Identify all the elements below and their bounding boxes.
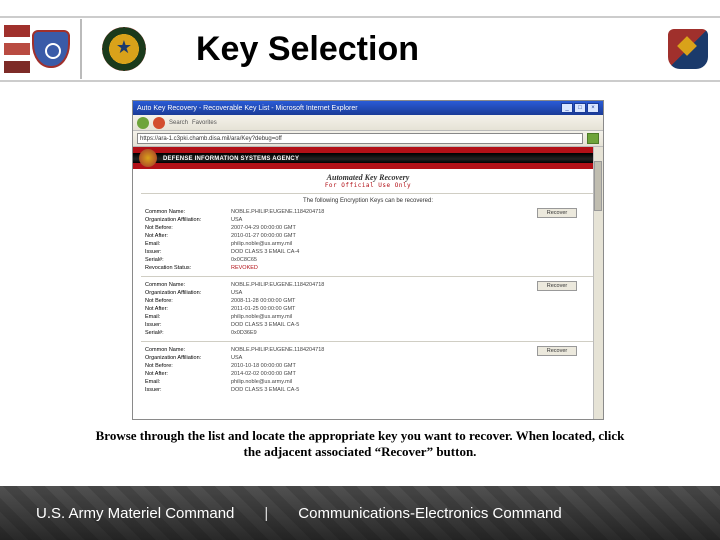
- recover-button[interactable]: Recover: [537, 281, 577, 291]
- hr: [141, 341, 595, 342]
- label-cn: Common Name:: [145, 346, 231, 354]
- label-serial: Serial#:: [145, 256, 231, 264]
- hr: [141, 193, 595, 194]
- value-nb: 2007-04-29 00:00:00 GMT: [231, 224, 296, 232]
- value-email: philip.noble@us.army.mil: [231, 240, 292, 248]
- label-org: Organization Affiliation:: [145, 354, 231, 362]
- divider-bottom: [0, 80, 720, 82]
- browser-toolbar: Search Favorites: [133, 115, 603, 131]
- amc-shield-icon: [32, 30, 70, 68]
- label-issuer: Issuer:: [145, 321, 231, 329]
- back-icon[interactable]: [137, 117, 149, 129]
- forward-icon[interactable]: [153, 117, 165, 129]
- browser-screenshot: Auto Key Recovery - Recoverable Key List…: [132, 100, 604, 420]
- akr-heading: Automated Key Recovery For Official Use …: [133, 173, 603, 189]
- window-title: Auto Key Recovery - Recoverable Key List…: [137, 105, 358, 112]
- value-org: USA: [231, 289, 242, 297]
- value-org: USA: [231, 354, 242, 362]
- key-block: Recover Common Name:NOBLE.PHILIP.EUGENE.…: [145, 281, 591, 337]
- value-cn: NOBLE.PHILIP.EUGENE.1184204718: [231, 281, 324, 289]
- value-issuer: DOD CLASS 3 EMAIL CA-5: [231, 321, 299, 329]
- label-rev: Revocation Status:: [145, 264, 231, 272]
- akr-fouo: For Official Use Only: [133, 182, 603, 189]
- hr: [141, 276, 595, 277]
- slide-header: Key Selection: [0, 25, 720, 73]
- value-serial: 0x0D36E9: [231, 329, 257, 337]
- minimize-icon[interactable]: _: [561, 103, 573, 113]
- footer-left: U.S. Army Materiel Command: [36, 505, 234, 522]
- label-cn: Common Name:: [145, 208, 231, 216]
- label-email: Email:: [145, 378, 231, 386]
- label-nb: Not Before:: [145, 362, 231, 370]
- unit-crest-icon: [668, 29, 708, 69]
- address-input[interactable]: https://ara-1.c3pki.chamb.disa.mil/ara/K…: [137, 133, 583, 144]
- label-org: Organization Affiliation:: [145, 289, 231, 297]
- value-issuer: DOD CLASS 3 EMAIL CA-4: [231, 248, 299, 256]
- label-na: Not After:: [145, 232, 231, 240]
- scrollbar-thumb[interactable]: [594, 161, 602, 211]
- window-controls: _ □ ×: [561, 103, 599, 113]
- toolbar-search[interactable]: Search: [169, 120, 188, 126]
- value-email: philip.noble@us.army.mil: [231, 378, 292, 386]
- window-titlebar: Auto Key Recovery - Recoverable Key List…: [133, 101, 603, 115]
- value-issuer: DOD CLASS 3 EMAIL CA-5: [231, 386, 299, 394]
- vertical-divider: [80, 19, 82, 79]
- value-serial: 0x0C8C65: [231, 256, 257, 264]
- label-nb: Not Before:: [145, 297, 231, 305]
- label-issuer: Issuer:: [145, 248, 231, 256]
- value-email: philip.noble@us.army.mil: [231, 313, 292, 321]
- command-star-icon: [102, 27, 146, 71]
- browser-content: DEFENSE INFORMATION SYSTEMS AGENCY Autom…: [133, 147, 603, 419]
- label-org: Organization Affiliation:: [145, 216, 231, 224]
- recoverable-note: The following Encryption Keys can be rec…: [133, 198, 603, 204]
- value-rev: REVOKED: [231, 264, 258, 272]
- divider-top: [0, 16, 720, 18]
- address-bar-row: https://ara-1.c3pki.chamb.disa.mil/ara/K…: [133, 131, 603, 147]
- scrollbar[interactable]: [593, 147, 603, 419]
- disa-banner: DEFENSE INFORMATION SYSTEMS AGENCY: [133, 147, 603, 169]
- disa-text: DEFENSE INFORMATION SYSTEMS AGENCY: [163, 154, 299, 162]
- disa-seal-icon: [139, 149, 157, 167]
- footer-sep: |: [264, 505, 268, 522]
- label-email: Email:: [145, 313, 231, 321]
- toolbar-favorites[interactable]: Favorites: [192, 120, 217, 126]
- go-icon[interactable]: [587, 133, 599, 144]
- footer-right: Communications-Electronics Command: [298, 505, 561, 522]
- akr-title: Automated Key Recovery: [133, 173, 603, 182]
- value-nb: 2010-10-18 00:00:00 GMT: [231, 362, 296, 370]
- label-na: Not After:: [145, 370, 231, 378]
- label-issuer: Issuer:: [145, 386, 231, 394]
- caption-text: Browse through the list and locate the a…: [90, 428, 630, 461]
- label-cn: Common Name:: [145, 281, 231, 289]
- label-email: Email:: [145, 240, 231, 248]
- value-na: 2010-01-27 00:00:00 GMT: [231, 232, 296, 240]
- recover-button[interactable]: Recover: [537, 208, 577, 218]
- color-bars-icon: [4, 25, 30, 73]
- label-serial: Serial#:: [145, 329, 231, 337]
- key-block: Recover Common Name:NOBLE.PHILIP.EUGENE.…: [145, 208, 591, 272]
- maximize-icon[interactable]: □: [574, 103, 586, 113]
- value-cn: NOBLE.PHILIP.EUGENE.1184204718: [231, 208, 324, 216]
- close-icon[interactable]: ×: [587, 103, 599, 113]
- page-title: Key Selection: [196, 30, 668, 69]
- label-na: Not After:: [145, 305, 231, 313]
- footer-bar: U.S. Army Materiel Command | Communicati…: [0, 486, 720, 540]
- value-na: 2011-01-25 00:00:00 GMT: [231, 305, 295, 313]
- recover-button[interactable]: Recover: [537, 346, 577, 356]
- label-nb: Not Before:: [145, 224, 231, 232]
- value-org: USA: [231, 216, 242, 224]
- value-na: 2014-02-02 00:00:00 GMT: [231, 370, 296, 378]
- key-block: Recover Common Name:NOBLE.PHILIP.EUGENE.…: [145, 346, 591, 394]
- value-cn: NOBLE.PHILIP.EUGENE.1184204718: [231, 346, 324, 354]
- value-nb: 2008-11-28 00:00:00 GMT: [231, 297, 295, 305]
